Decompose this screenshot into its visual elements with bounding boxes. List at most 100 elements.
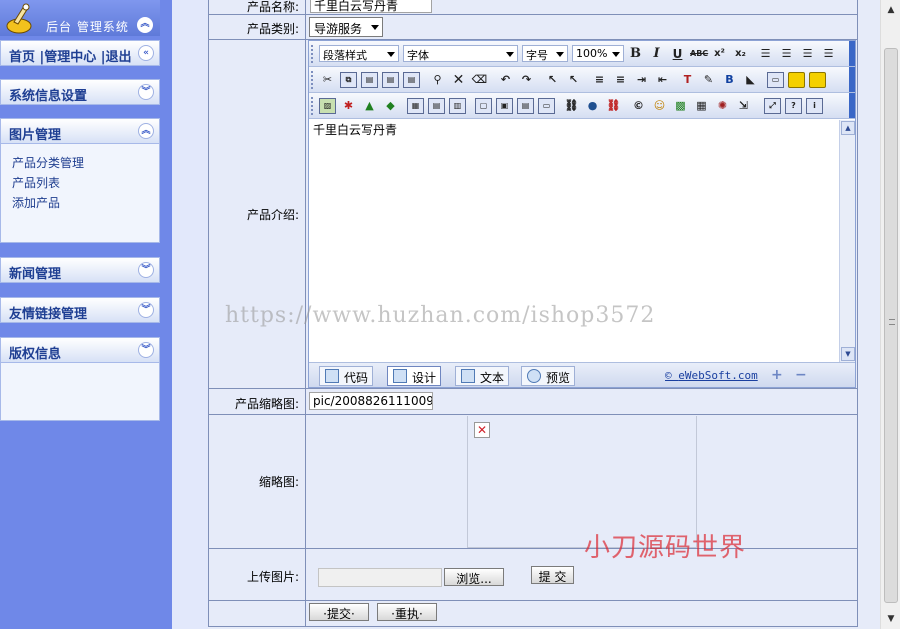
yellow-box-icon[interactable] [788,72,805,88]
browse-button[interactable]: 浏览... [444,568,504,586]
italic-icon[interactable]: I [648,46,665,62]
paragraph-style-select[interactable]: 段落样式 [319,45,399,62]
bold-icon[interactable]: B [627,46,644,62]
image-icon[interactable]: ▨ [319,98,336,114]
product-category-select[interactable]: 导游服务 [309,17,383,37]
textarea-icon[interactable]: ▤ [517,98,534,114]
double-chevron-up-icon[interactable]: ︽ [137,17,153,33]
scroll-up-icon[interactable]: ▲ [883,2,899,18]
layer-icon[interactable] [809,72,826,88]
emoticon-icon[interactable]: ☺ [651,98,668,114]
zoom-select[interactable]: 100% [572,45,624,62]
about-icon[interactable]: i [806,98,823,114]
input-icon[interactable]: ▭ [538,98,555,114]
editor-scrollbar[interactable]: ▲ ▼ [839,120,855,362]
menu-item-add-product[interactable]: 添加产品 [12,194,60,211]
eraser-icon[interactable]: ⌫ [471,72,488,88]
menu-item-category-manage[interactable]: 产品分类管理 [12,154,84,171]
mode-text-button[interactable]: 文本 [455,366,510,386]
table-icon[interactable]: ▦ [407,98,424,114]
flash-icon[interactable]: ✱ [340,98,357,114]
background-color-icon[interactable]: B [721,72,738,88]
insert-row-icon[interactable]: ▤ [428,98,445,114]
menu-item-product-list[interactable]: 产品列表 [12,174,60,191]
mode-code-button[interactable]: 代码 [319,366,374,386]
upload-file-input[interactable] [318,568,442,587]
link-icon[interactable]: ⛓ [563,98,580,114]
justify-icon[interactable]: ☰ [820,46,837,62]
highlight-icon[interactable]: ✎ [700,72,717,88]
top-nav-links[interactable]: 首页 |管理中心 |退出 « [0,40,160,66]
delete-icon[interactable]: ✕ [450,72,467,88]
scroll-down-icon[interactable]: ▼ [883,611,899,627]
indent-icon[interactable]: ⇥ [633,72,650,88]
outdent-icon[interactable]: ⇤ [654,72,671,88]
form-icon[interactable]: ▢ [475,98,492,114]
superscript-icon[interactable]: x² [711,46,728,62]
editor-brand-link[interactable]: © eWebSoft.com [665,369,758,382]
date-icon[interactable]: ▦ [693,98,710,114]
time-icon[interactable]: ✺ [714,98,731,114]
paste-word-icon[interactable]: ▤ [403,72,420,88]
find-icon[interactable]: ⚲ [429,72,446,88]
thumb-path-input[interactable]: pic/2008826111009.jp [309,392,433,410]
mode-design-button[interactable]: 设计 [387,366,442,386]
menu-group-images[interactable]: 图片管理 ︽ [0,118,160,144]
frame-icon[interactable]: ▭ [767,72,784,88]
menu-group-system[interactable]: 系统信息设置 ︾ [0,79,160,105]
enlarge-icon[interactable]: + [771,368,783,382]
menu-group-links[interactable]: 友情链接管理 ︾ [0,297,160,323]
ordered-list-icon[interactable]: ≡ [591,72,608,88]
paste-text-icon[interactable]: ▤ [382,72,399,88]
menu-group-copyright[interactable]: 版权信息 ︾ [0,337,160,363]
expand-icon[interactable]: ︾ [138,262,154,278]
scroll-down-icon[interactable]: ▼ [841,347,855,361]
unlink-icon[interactable]: ⛓ [605,98,622,114]
scroll-up-icon[interactable]: ▲ [841,121,855,135]
submit-button[interactable]: ·提交· [309,603,369,621]
reset-button[interactable]: ·重执· [377,603,437,621]
excel-icon[interactable]: ▩ [672,98,689,114]
product-name-input[interactable]: 千里白云写丹青 [310,0,432,13]
menu-group-news[interactable]: 新闻管理 ︾ [0,257,160,283]
underline-icon[interactable]: U [669,46,686,62]
fieldset-icon[interactable]: ▣ [496,98,513,114]
help-icon[interactable]: ? [785,98,802,114]
upload-file-icon[interactable]: ◆ [382,98,399,114]
unselect-icon[interactable]: ↖ [565,72,582,88]
chevron-left-icon[interactable]: « [138,45,154,61]
select-all-icon[interactable]: ↖ [544,72,561,88]
expand-icon[interactable]: ︾ [138,302,154,318]
media-icon[interactable]: ▲ [361,98,378,114]
format-brush-icon[interactable]: ◣ [742,72,759,88]
align-right-icon[interactable]: ☰ [799,46,816,62]
insert-column-icon[interactable]: ▥ [449,98,466,114]
collapse-icon[interactable]: ︽ [138,123,154,139]
anchor-icon[interactable]: ● [584,98,601,114]
scrollbar-thumb[interactable] [884,48,898,603]
redo-icon[interactable]: ↷ [518,72,535,88]
cut-icon[interactable]: ✂ [319,72,336,88]
expand-icon[interactable]: ︾ [138,84,154,100]
mode-preview-button[interactable]: 预览 [521,366,576,386]
fullscreen-icon[interactable]: ⤢ [764,98,781,114]
unordered-list-icon[interactable]: ≡ [612,72,629,88]
page-break-icon[interactable]: ⇲ [735,98,752,114]
undo-icon[interactable]: ↶ [497,72,514,88]
sidebar-gutter [172,0,208,629]
strikethrough-icon[interactable]: ABC [690,46,708,62]
top-nav-label[interactable]: 首页 |管理中心 |退出 [9,46,132,65]
copy-icon[interactable]: ⧉ [340,72,357,88]
subscript-icon[interactable]: x₂ [732,46,749,62]
page-scrollbar[interactable]: ▲ ▼ [880,0,900,629]
paste-icon[interactable]: ▤ [361,72,378,88]
text-color-icon[interactable]: T [679,72,696,88]
special-char-icon[interactable]: © [630,98,647,114]
align-center-icon[interactable]: ☰ [778,46,795,62]
align-left-icon[interactable]: ☰ [757,46,774,62]
font-size-select[interactable]: 字号 [522,45,568,62]
upload-submit-button[interactable]: 提 交 [531,566,574,584]
shrink-icon[interactable]: − [795,368,807,382]
expand-icon[interactable]: ︾ [138,342,154,358]
font-family-select[interactable]: 字体 [403,45,518,62]
